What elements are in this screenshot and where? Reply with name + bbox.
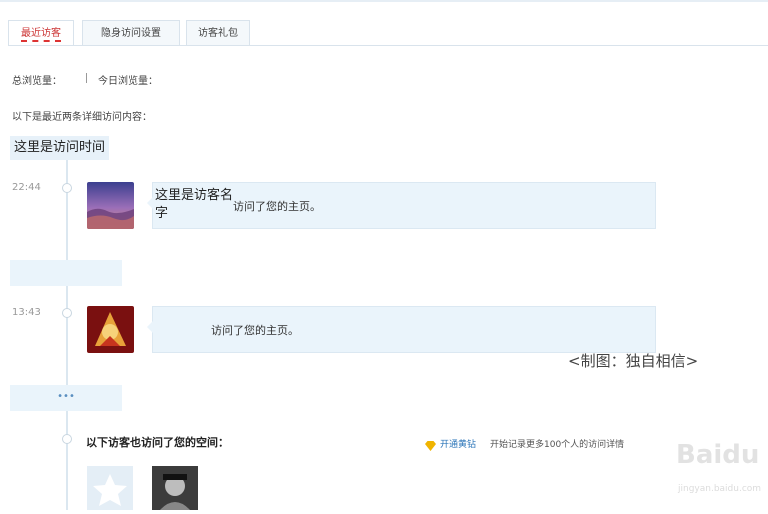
visit-card: 访问了您的主页。 <box>147 306 656 353</box>
visitor-name[interactable]: 这里是访客名字 <box>155 187 233 223</box>
vip-description: 开始记录更多100个人的访问详情 <box>490 440 625 450</box>
timeline-dot <box>62 434 72 444</box>
avatar[interactable] <box>87 306 134 353</box>
tab-label: 访客礼包 <box>198 28 238 39</box>
timeline-line <box>66 160 68 510</box>
total-views-label: 总浏览量： <box>12 76 62 87</box>
visit-action: 访问了您的主页。 <box>233 200 321 213</box>
avatar[interactable] <box>87 182 134 229</box>
baidu-watermark: Baidu <box>676 440 760 470</box>
open-vip-link[interactable]: 开通黄钻 <box>440 437 476 450</box>
default-avatar[interactable] <box>87 466 133 510</box>
tab-visitor-gift[interactable]: 访客礼包 <box>186 20 250 46</box>
tab-stealth-settings[interactable]: 隐身访问设置 <box>82 20 180 46</box>
show-more-button[interactable]: ••• <box>10 385 122 411</box>
diamond-icon <box>425 436 436 451</box>
timeline-dot <box>62 183 72 193</box>
avatar[interactable] <box>152 466 198 510</box>
visit-time: 13:43 <box>12 307 41 318</box>
tab-label: 最近访客 <box>21 28 61 42</box>
time-header: 这里是访问时间 <box>10 136 110 160</box>
visit-action: 访问了您的主页。 <box>211 324 299 337</box>
visit-card: 这里是访客名字 访问了您的主页。 <box>147 182 656 229</box>
tab-label: 隐身访问设置 <box>101 28 161 39</box>
timeline-dot <box>62 308 72 318</box>
visit-time: 22:44 <box>12 182 41 193</box>
timeline-gap-block <box>10 260 122 286</box>
top-border <box>0 0 768 2</box>
stats-separator <box>86 73 87 83</box>
tab-divider <box>8 45 768 46</box>
tab-recent-visitors[interactable]: 最近访客 <box>8 20 74 46</box>
watermark-url: jingyan.baidu.com <box>678 484 762 494</box>
also-visited-title: 以下访客也访问了您的空间： <box>86 436 229 449</box>
image-caption: <制图：独自相信> <box>568 352 699 370</box>
recent-visits-intro: 以下是最近两条详细访问内容： <box>12 112 152 123</box>
today-views-label: 今日浏览量： <box>98 76 158 87</box>
